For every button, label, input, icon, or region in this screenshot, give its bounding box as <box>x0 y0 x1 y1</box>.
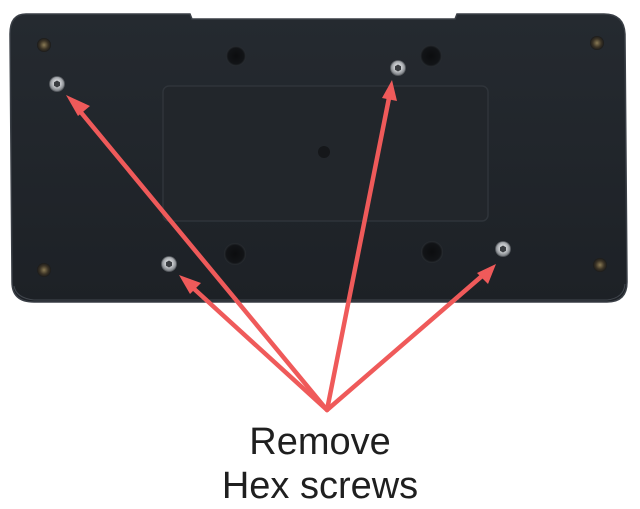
caption-line-2: Hex screws <box>221 465 419 507</box>
hex-screw-icon <box>161 256 177 272</box>
hex-screw-icon <box>49 76 65 92</box>
hex-screw-icon <box>495 241 511 257</box>
device-bottom-panel <box>9 13 628 303</box>
center-hole <box>318 146 330 158</box>
hex-screw-icon <box>390 60 406 76</box>
caption-line-1: Remove <box>249 421 391 463</box>
